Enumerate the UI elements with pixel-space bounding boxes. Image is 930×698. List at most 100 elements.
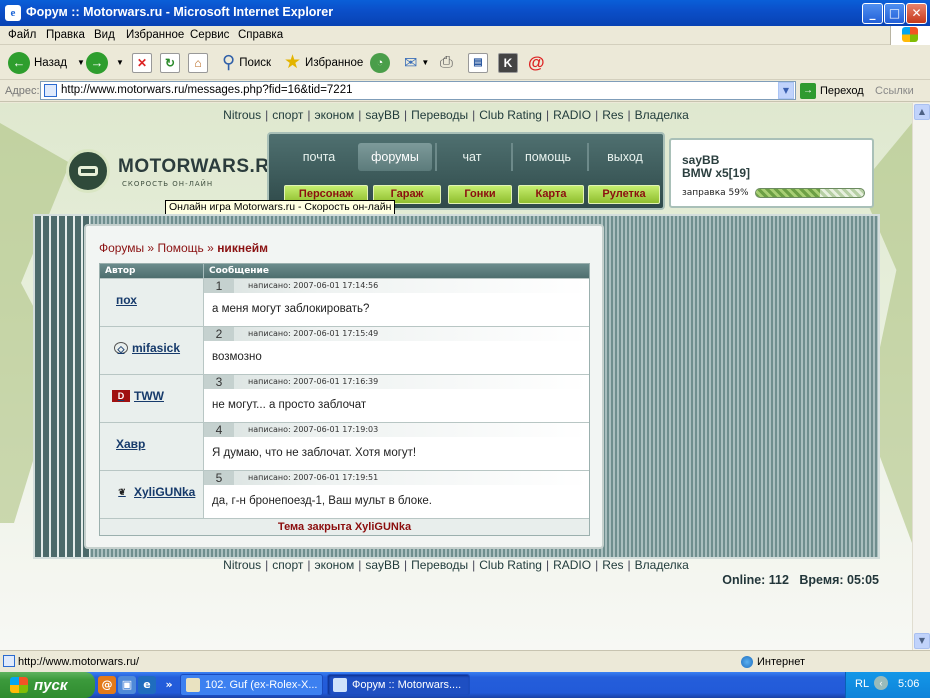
nav-link-nitrous[interactable]: Nitrous xyxy=(223,558,261,572)
roulette-button[interactable]: Рулетка xyxy=(588,185,660,204)
menu-tools[interactable]: Сервис xyxy=(190,29,229,41)
status-text: http://www.motorwars.ru/ xyxy=(18,656,140,668)
user-name[interactable]: sayBB xyxy=(682,153,719,167)
nav-link-sport[interactable]: спорт xyxy=(272,108,303,122)
nav-link-club-rating[interactable]: Club Rating xyxy=(479,558,542,572)
forward-button[interactable]: → ▼ xyxy=(86,49,124,76)
server-time: Время: 05:05 xyxy=(799,573,879,587)
menu-tab-exit[interactable]: выход xyxy=(587,143,661,171)
start-button[interactable]: пуск xyxy=(0,672,95,698)
address-dropdown-icon[interactable]: ▼ xyxy=(778,82,794,99)
nav-link-res[interactable]: Res xyxy=(602,558,623,572)
favorites-label: Избранное xyxy=(305,56,364,69)
clan-d-icon: D xyxy=(112,390,130,402)
post-author-cell: пох xyxy=(100,279,204,326)
menu-file[interactable]: Файл xyxy=(8,29,36,41)
nav-link-sport[interactable]: спорт xyxy=(272,558,303,572)
k-button[interactable]: K xyxy=(498,49,518,76)
post-author[interactable]: пох xyxy=(116,293,137,307)
nav-link-saybb[interactable]: sayBB xyxy=(365,558,400,572)
post-author[interactable]: D TWW xyxy=(112,389,164,403)
stop-button[interactable]: ✕ xyxy=(132,49,152,76)
races-button[interactable]: Гонки xyxy=(448,185,512,204)
favorites-button[interactable]: ★ Избранное xyxy=(284,49,363,76)
menu-help[interactable]: Справка xyxy=(238,29,283,41)
at-icon: @ xyxy=(528,52,545,72)
menu-tab-forums[interactable]: форумы xyxy=(358,143,432,171)
mail-icon: ✉ xyxy=(404,54,418,72)
quicklaunch-desktop-icon[interactable]: ▣ xyxy=(118,676,136,694)
forward-dropdown-icon[interactable]: ▼ xyxy=(116,58,124,67)
post-number: 3 xyxy=(204,375,234,389)
media-button[interactable]: ◔ xyxy=(370,49,390,76)
tray-collapse-icon[interactable]: ‹ xyxy=(874,676,888,690)
nav-link-owner[interactable]: Владелка xyxy=(635,558,689,572)
edit-icon: ▤ xyxy=(468,52,488,73)
table-row: ❦ XyliGUNka 5 написано: 2007-06-01 17:19:51… xyxy=(100,470,589,518)
author-name[interactable]: mifasick xyxy=(132,341,180,355)
address-input[interactable]: http://www.motorwars.ru/messages.php?fid… xyxy=(40,81,796,100)
author-name[interactable]: Хавр xyxy=(116,437,145,451)
menu-view[interactable]: Вид xyxy=(94,29,115,41)
header-message: Сообщение xyxy=(209,266,269,276)
taskbar-item-winamp[interactable]: 102. Guf (ex-Rolex-X... xyxy=(180,674,323,696)
mail-dropdown-icon[interactable]: ▼ xyxy=(421,58,429,67)
search-button[interactable]: ⚲ Поиск xyxy=(222,49,271,76)
author-name[interactable]: XyliGUNka xyxy=(134,485,195,499)
nav-link-nitrous[interactable]: Nitrous xyxy=(223,108,261,122)
quicklaunch-mail-icon[interactable]: @ xyxy=(98,676,116,694)
ie-icon: e xyxy=(5,5,21,21)
language-indicator[interactable]: RL xyxy=(855,678,869,690)
at-button[interactable]: @ xyxy=(528,49,545,76)
go-button[interactable]: → Переход xyxy=(800,82,864,100)
site-logo[interactable]: MOTORWARS.RU СКОРОСТЬ ОН-ЛАЙН xyxy=(66,149,283,194)
menu-edit[interactable]: Правка xyxy=(46,29,85,41)
nav-link-saybb[interactable]: sayBB xyxy=(365,108,400,122)
menu-tab-mail[interactable]: почта xyxy=(283,143,355,171)
edit-button[interactable]: ▤ xyxy=(468,49,488,76)
mail-button[interactable]: ✉ ▼ xyxy=(404,49,429,76)
maximize-button[interactable]: □ xyxy=(884,3,905,24)
post-author[interactable]: ◇ mifasick xyxy=(114,341,180,355)
back-dropdown-icon[interactable]: ▼ xyxy=(77,58,85,67)
status-bar: http://www.motorwars.ru/ Интернет xyxy=(0,650,930,672)
nav-link-econom[interactable]: эконом xyxy=(315,108,355,122)
nav-link-transfers[interactable]: Переводы xyxy=(411,558,468,572)
nav-link-club-rating[interactable]: Club Rating xyxy=(479,108,542,122)
nav-link-radio[interactable]: RADIO xyxy=(553,558,591,572)
refresh-button[interactable]: ↻ xyxy=(160,49,180,76)
menu-tab-chat[interactable]: чат xyxy=(435,143,507,171)
print-button[interactable]: ⎙ xyxy=(440,49,453,76)
nav-link-transfers[interactable]: Переводы xyxy=(411,108,468,122)
links-button[interactable]: Ссылки xyxy=(875,85,914,97)
minimize-button[interactable]: _ xyxy=(862,3,883,24)
menu-favorites[interactable]: Избранное xyxy=(126,29,184,41)
breadcrumb-forums[interactable]: Форумы xyxy=(99,241,144,255)
author-name[interactable]: TWW xyxy=(134,389,164,403)
post-author[interactable]: Хавр xyxy=(116,437,145,451)
nav-link-res[interactable]: Res xyxy=(602,108,623,122)
scroll-up-icon[interactable]: ▲ xyxy=(914,104,930,120)
back-button[interactable]: ← Назад ▼ xyxy=(8,49,85,76)
breadcrumb-help[interactable]: Помощь xyxy=(157,241,203,255)
window-title-bar[interactable]: e Форум :: Motorwars.ru - Microsoft Inte… xyxy=(0,0,930,26)
post-author[interactable]: ❦ XyliGUNka xyxy=(114,485,195,499)
post-number: 1 xyxy=(204,279,234,293)
menu-tab-help[interactable]: помощь xyxy=(511,143,583,171)
close-button[interactable]: ✕ xyxy=(906,3,927,24)
nav-link-radio[interactable]: RADIO xyxy=(553,108,591,122)
globe-icon xyxy=(741,656,753,668)
quicklaunch-expand-icon[interactable]: » xyxy=(160,676,178,694)
scroll-down-icon[interactable]: ▼ xyxy=(914,633,930,649)
quicklaunch-ie-icon[interactable]: e xyxy=(138,676,156,694)
stop-icon: ✕ xyxy=(132,52,152,73)
map-button[interactable]: Карта xyxy=(518,185,584,204)
author-name[interactable]: пох xyxy=(116,293,137,307)
post-number: 5 xyxy=(204,471,234,485)
taskbar-item-ie[interactable]: Форум :: Motorwars.... xyxy=(327,674,470,696)
nav-link-econom[interactable]: эконом xyxy=(315,558,355,572)
home-button[interactable]: ⌂ xyxy=(188,49,208,76)
nav-link-owner[interactable]: Владелка xyxy=(635,108,689,122)
vertical-scrollbar[interactable]: ▲ ▼ xyxy=(912,103,930,650)
posts-table: Автор Сообщение пох 1 написано: 2007-06-01… xyxy=(99,263,590,536)
